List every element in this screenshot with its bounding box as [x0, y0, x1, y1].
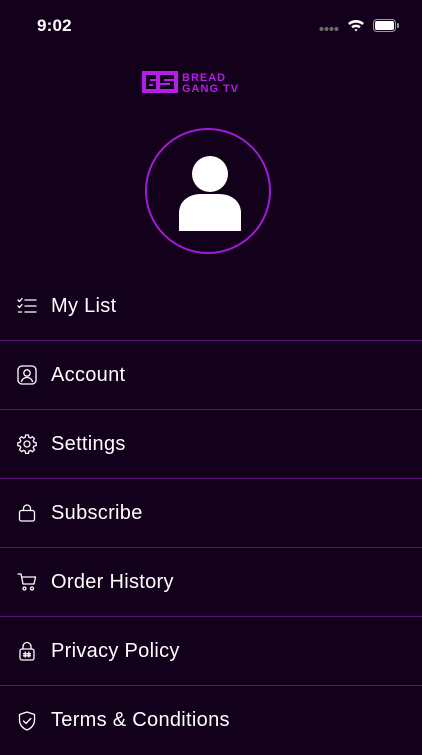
- status-bar: 9:02: [0, 0, 422, 54]
- signal-dots-icon: [319, 19, 339, 37]
- status-time: 9:02: [37, 16, 72, 35]
- menu-item-subscribe[interactable]: Subscribe: [0, 479, 422, 548]
- gear-icon: [17, 434, 37, 454]
- checklist-icon: [17, 296, 37, 316]
- user-icon: [179, 156, 241, 231]
- shopping-bag-icon: [17, 503, 37, 523]
- cart-icon: [17, 572, 37, 592]
- side-menu: My List Account Settings Subscribe Order…: [0, 272, 422, 755]
- menu-item-label: Privacy Policy: [51, 639, 180, 662]
- wifi-icon: [347, 18, 365, 37]
- user-square-icon: [17, 365, 37, 385]
- menu-item-label: Settings: [51, 432, 126, 455]
- brand-line2: GANG TV: [182, 83, 239, 94]
- profile-avatar[interactable]: [145, 128, 271, 254]
- menu-item-settings[interactable]: Settings: [0, 410, 422, 479]
- menu-item-label: Order History: [51, 570, 174, 593]
- lock-icon: [17, 641, 37, 661]
- menu-item-privacy-policy[interactable]: Privacy Policy: [0, 617, 422, 686]
- brand-logo: BREAD GANG TV: [142, 70, 278, 95]
- menu-item-label: My List: [51, 294, 117, 317]
- status-icons: [319, 18, 400, 37]
- shield-check-icon: [17, 710, 37, 731]
- menu-item-order-history[interactable]: Order History: [0, 548, 422, 617]
- menu-item-label: Subscribe: [51, 501, 143, 524]
- menu-item-terms-conditions[interactable]: Terms & Conditions: [0, 686, 422, 755]
- menu-item-account[interactable]: Account: [0, 341, 422, 410]
- menu-item-my-list[interactable]: My List: [0, 272, 422, 341]
- menu-item-label: Terms & Conditions: [51, 709, 230, 731]
- battery-icon: [373, 18, 400, 37]
- menu-item-label: Account: [51, 363, 126, 386]
